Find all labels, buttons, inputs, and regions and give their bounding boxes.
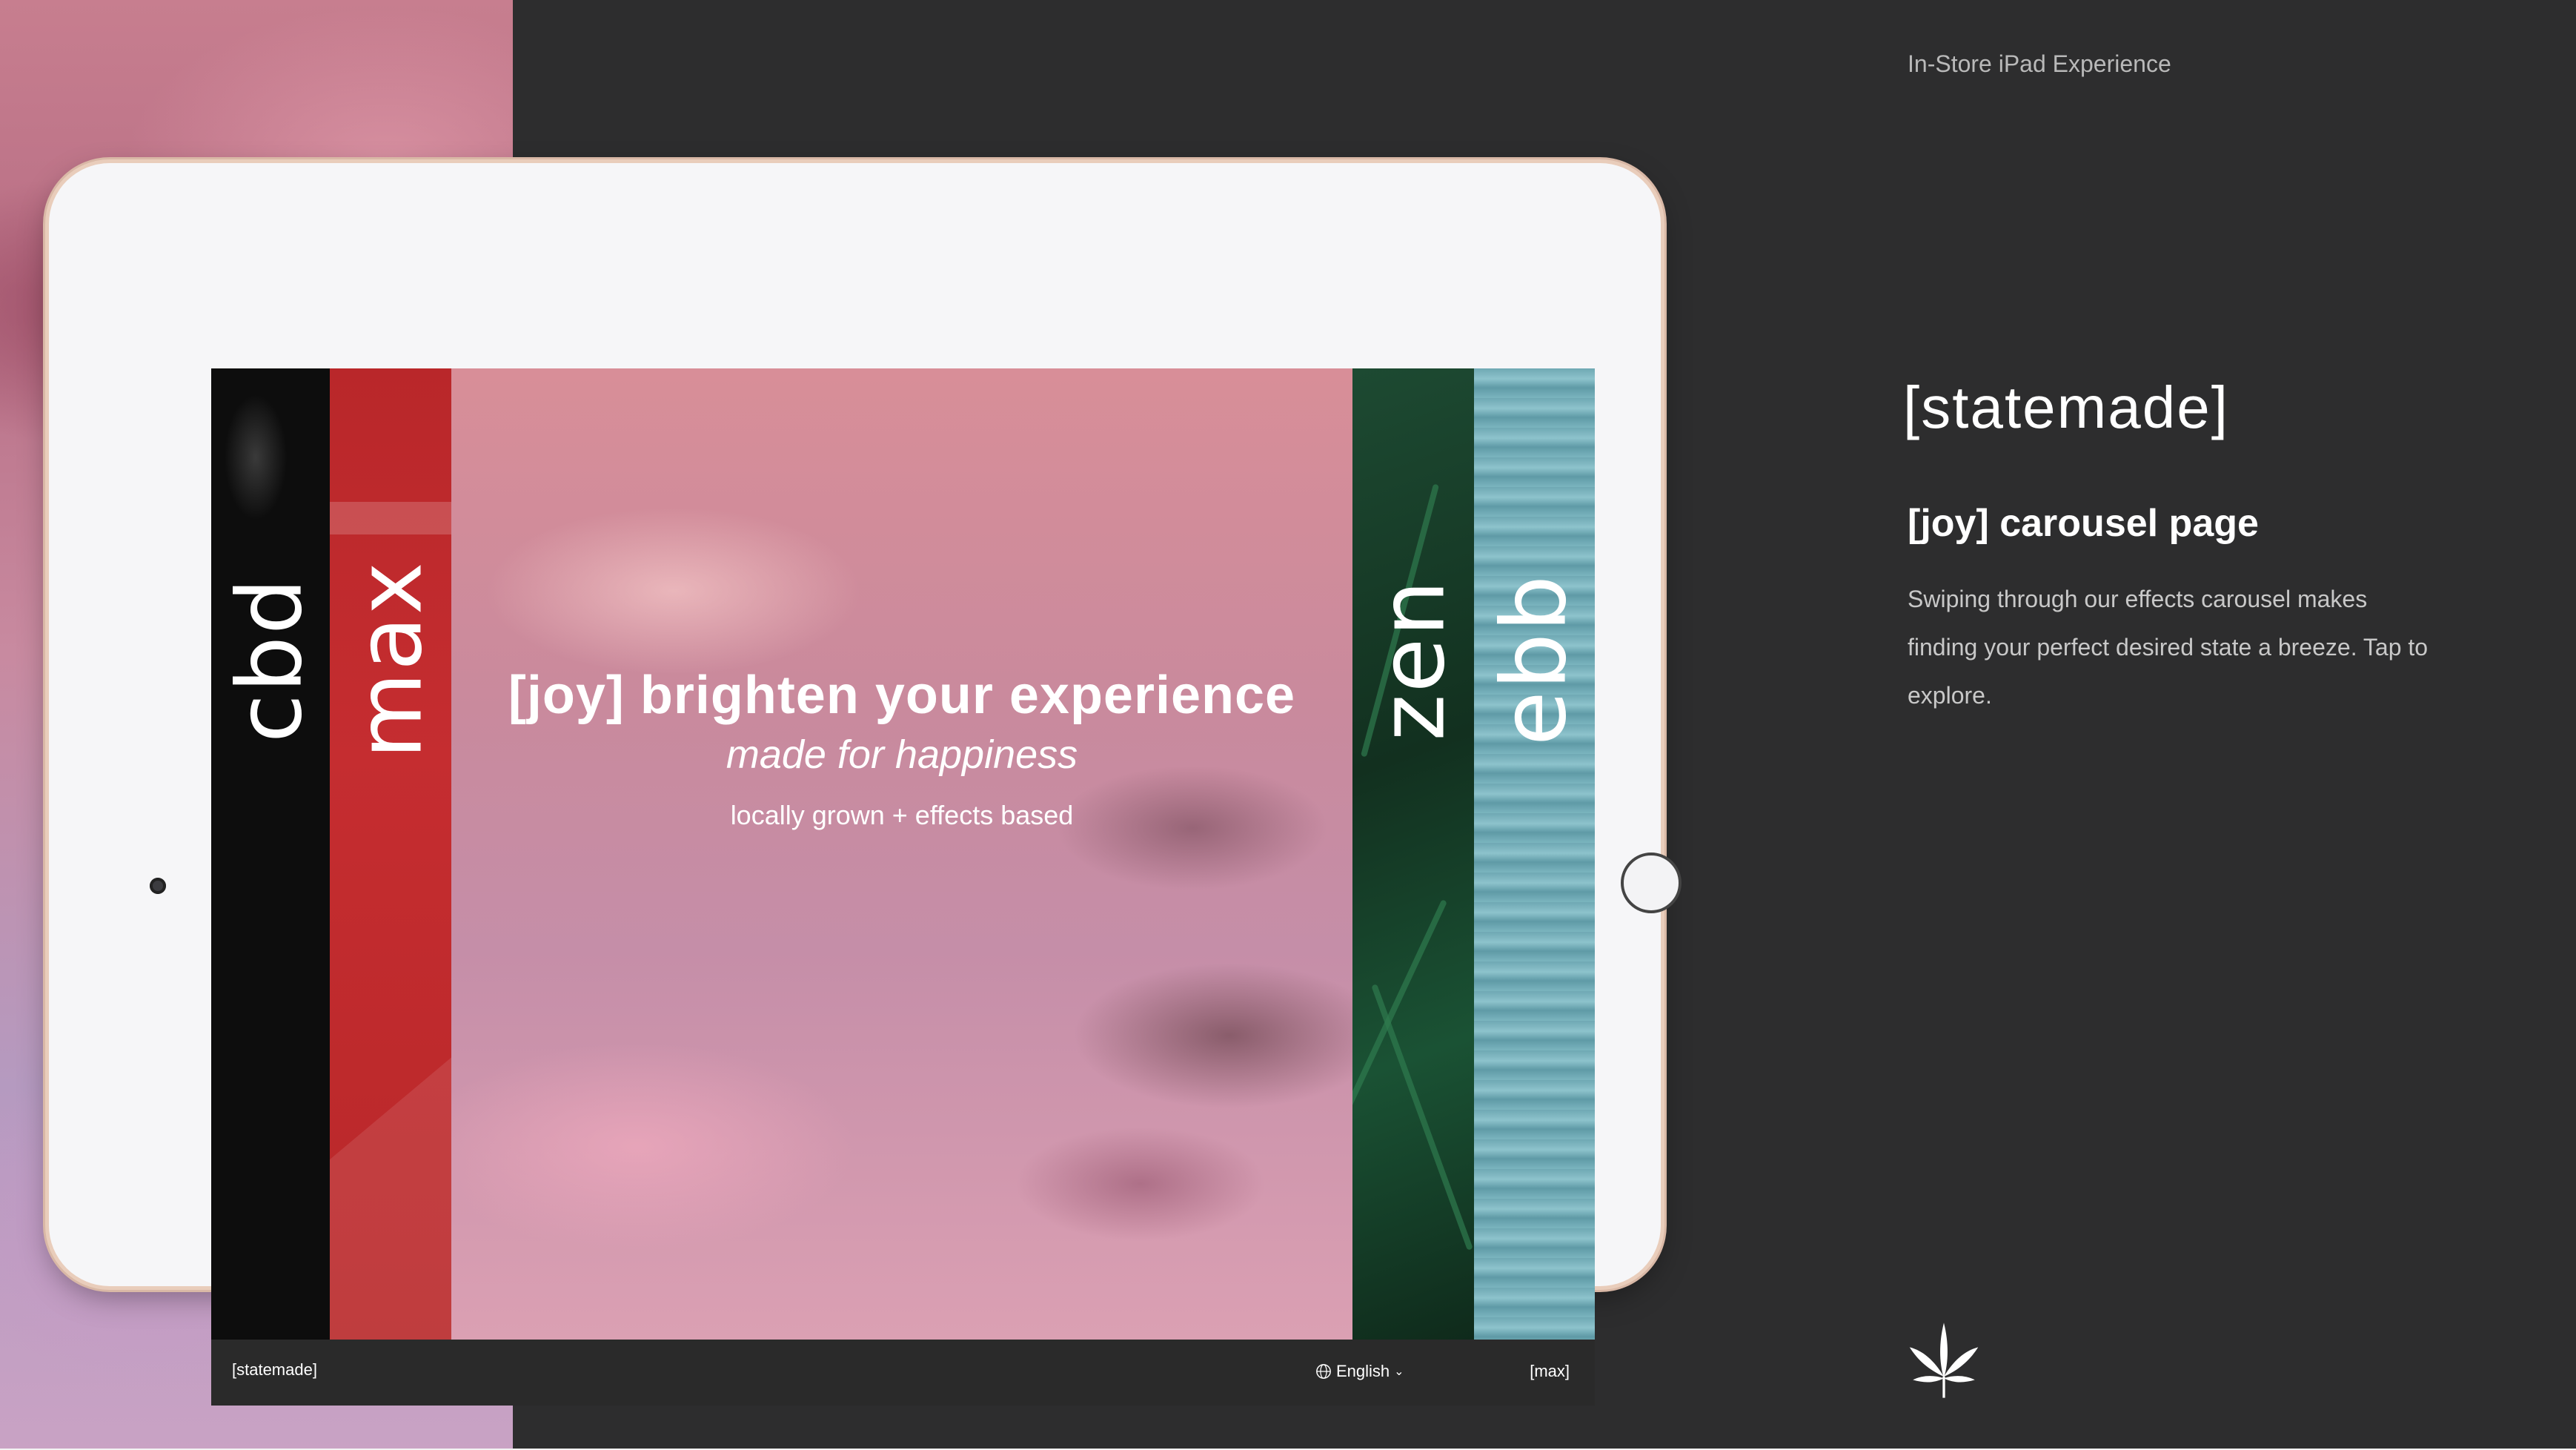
panel-zen[interactable]: zen xyxy=(1352,368,1474,1340)
brand-wordmark: [statemade] xyxy=(1903,374,2230,440)
camera-icon xyxy=(150,878,166,894)
section-title: [joy] carousel page xyxy=(1908,502,2259,545)
home-button[interactable] xyxy=(1621,853,1682,913)
language-label: English xyxy=(1336,1362,1390,1380)
hero-subtitle: made for happiness xyxy=(726,732,1078,777)
panel-joy-hero[interactable]: [joy] brighten your experience made for … xyxy=(451,368,1352,1340)
ipad-device-frame: cbd max [joy] brighten your experience m… xyxy=(49,163,1682,1406)
decorative-band xyxy=(330,502,451,534)
footer-brand-logo[interactable]: [statemade] xyxy=(232,1360,317,1380)
cannabis-leaf-icon xyxy=(1909,1322,1979,1398)
chevron-down-icon: ⌄ xyxy=(1394,1365,1404,1378)
screen-footer-bar: [statemade] English ⌄ [max] xyxy=(211,1340,1595,1406)
palm-leaf-decoration xyxy=(1371,984,1473,1251)
decorative-diagonal xyxy=(330,1010,451,1340)
section-description: Swiping through our effects carousel mak… xyxy=(1908,586,2429,709)
panel-label-max: max xyxy=(339,560,442,759)
panel-label-ebb: ebb xyxy=(1483,573,1586,746)
panel-cbd[interactable]: cbd xyxy=(211,368,330,1340)
palm-leaf-decoration xyxy=(1352,899,1447,1157)
language-selector[interactable]: English ⌄ xyxy=(1315,1362,1404,1381)
panel-label-cbd: cbd xyxy=(219,576,322,744)
globe-icon xyxy=(1316,1364,1331,1379)
ipad-screen: cbd max [joy] brighten your experience m… xyxy=(211,368,1595,1406)
current-effect-label[interactable]: [max] xyxy=(1530,1362,1570,1381)
panel-label-zen: zen xyxy=(1361,578,1465,741)
hero-tagline: locally grown + effects based xyxy=(730,800,1074,830)
panel-ebb[interactable]: ebb xyxy=(1474,368,1595,1340)
page-heading: In-Store iPad Experience xyxy=(1908,50,2171,77)
hero-title: [joy] brighten your experience xyxy=(508,666,1296,725)
panel-max[interactable]: max xyxy=(330,368,451,1340)
